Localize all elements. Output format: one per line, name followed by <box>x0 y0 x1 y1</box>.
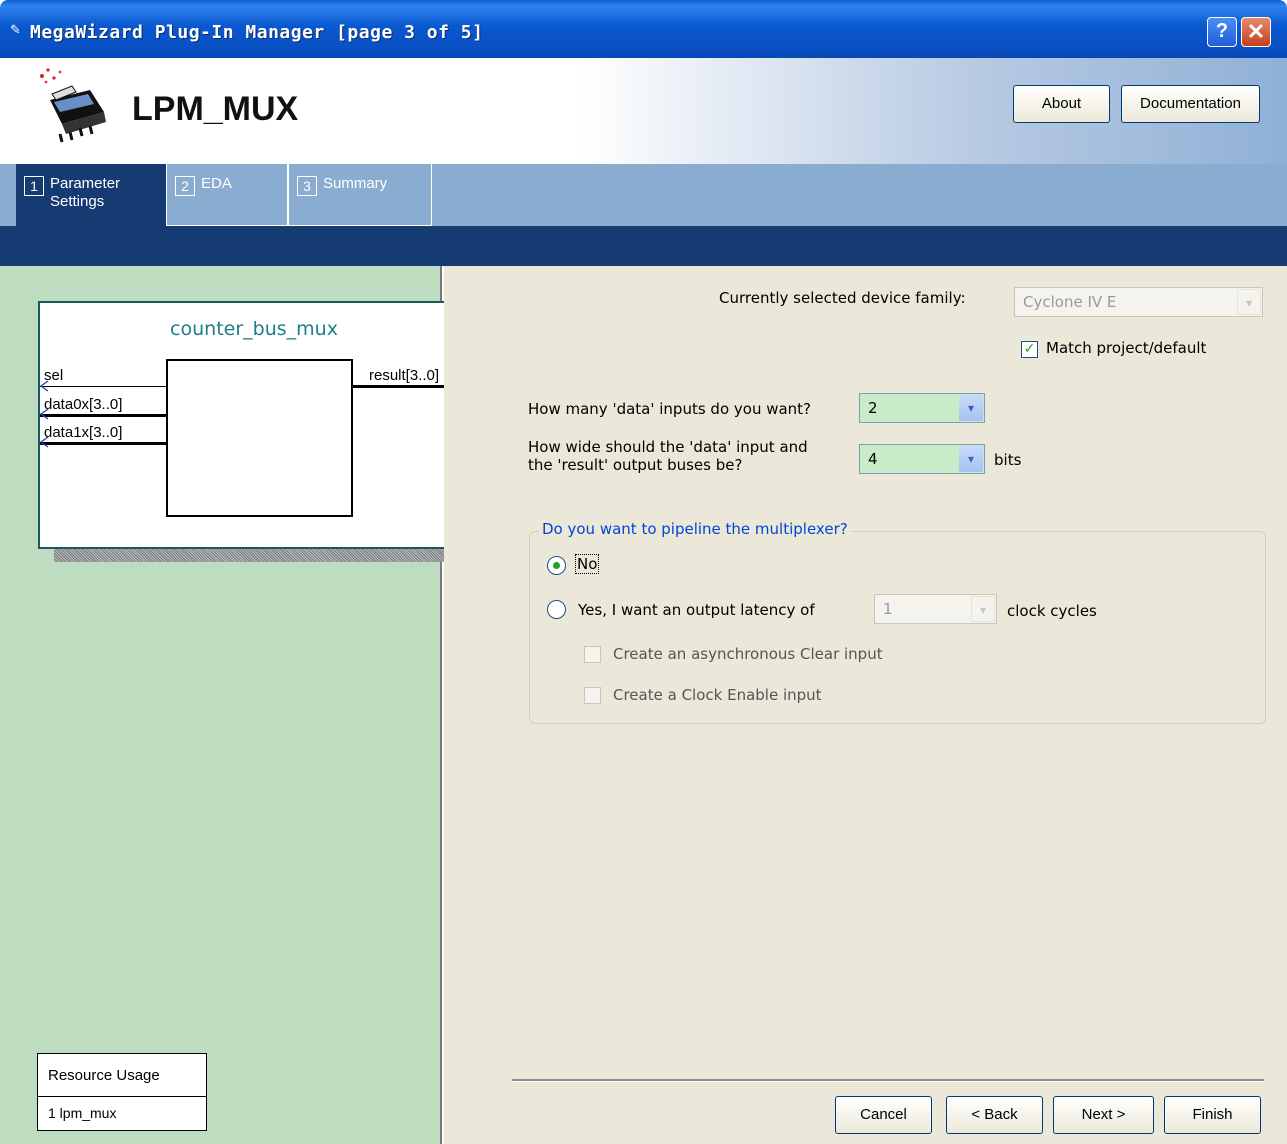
device-family-select: Cyclone IV E ▾ <box>1014 287 1263 317</box>
tab-label: EDA <box>201 175 232 192</box>
wire-sel <box>40 386 166 387</box>
tab-number: 3 <box>297 176 317 196</box>
window-title: MegaWizard Plug-In Manager [page 3 of 5] <box>30 22 484 43</box>
about-button-label: About <box>1041 95 1082 112</box>
back-button-label: < Back <box>971 1106 1018 1123</box>
match-default-label: Match project/default <box>1046 339 1207 357</box>
input-arrow-icons <box>39 380 49 448</box>
pipeline-group-title: Do you want to pipeline the multiplexer? <box>539 520 851 538</box>
close-icon[interactable]: ✕ <box>1241 17 1271 47</box>
tab-label-line1: Parameter <box>50 175 121 192</box>
data-inputs-select[interactable]: 2 ▾ <box>859 393 985 423</box>
about-button[interactable]: About <box>1013 85 1110 123</box>
symbol-instance-name: counter_bus_mux <box>170 318 338 340</box>
radio-yes-label: Yes, I want an output latency of <box>578 601 815 619</box>
tab-eda[interactable]: 2 EDA <box>166 164 288 226</box>
tab-label-line2: Settings <box>50 193 105 210</box>
resource-usage-table: Resource Usage 1 lpm_mux <box>37 1053 207 1131</box>
cancel-button-label: Cancel <box>860 1106 907 1123</box>
port-data1x: data1x[3..0] <box>44 424 123 441</box>
tab-underline-band <box>0 226 1287 266</box>
bus-width-label-line2: the 'result' output buses be? <box>528 456 743 474</box>
title-bar: ✎ MegaWizard Plug-In Manager [page 3 of … <box>0 0 1287 58</box>
tab-number: 1 <box>24 176 44 196</box>
footer-separator <box>512 1079 1264 1082</box>
next-button-label: Next > <box>1081 1106 1126 1123</box>
back-button[interactable]: < Back <box>946 1096 1043 1134</box>
chevron-down-icon: ▾ <box>959 395 983 421</box>
match-default-checkbox[interactable]: ✓ <box>1021 341 1038 358</box>
chevron-down-icon: ▾ <box>971 596 995 622</box>
bus-width-unit: bits <box>994 451 1022 469</box>
wire-data1x <box>40 442 166 445</box>
cancel-button[interactable]: Cancel <box>835 1096 932 1134</box>
app-icon: ✎ <box>10 23 21 38</box>
radio-yes-latency[interactable] <box>547 600 566 619</box>
radio-no-label: No <box>575 554 600 574</box>
data-inputs-value: 2 <box>868 399 878 417</box>
latency-value: 1 <box>883 600 893 618</box>
bus-width-label-line1: How wide should the 'data' input and <box>528 438 808 456</box>
port-result: result[3..0] <box>369 367 440 384</box>
latency-unit: clock cycles <box>1007 602 1097 620</box>
chevron-down-icon: ▾ <box>1237 289 1261 315</box>
finish-button-label: Finish <box>1192 1106 1233 1123</box>
tab-summary[interactable]: 3 Summary <box>288 164 432 226</box>
megafunction-title: LPM_MUX <box>132 90 299 128</box>
documentation-button[interactable]: Documentation <box>1121 85 1260 123</box>
data-inputs-label: How many 'data' inputs do you want? <box>528 400 812 418</box>
bus-width-select[interactable]: 4 ▾ <box>859 444 985 474</box>
tab-parameter-settings[interactable]: 1 Parameter Settings <box>16 164 166 266</box>
aclr-checkbox <box>584 646 601 663</box>
symbol-body <box>166 359 353 517</box>
resource-usage-header: Resource Usage <box>38 1054 206 1097</box>
aclr-label: Create an asynchronous Clear input <box>613 645 883 663</box>
bus-width-label: How wide should the 'data' input and the… <box>528 438 808 474</box>
clken-checkbox <box>584 687 601 704</box>
documentation-button-label: Documentation <box>1140 95 1241 112</box>
radio-no-label-text: No <box>575 554 600 574</box>
tab-label: Parameter Settings <box>50 175 120 211</box>
bus-width-value: 4 <box>868 450 878 468</box>
port-data0x: data0x[3..0] <box>44 396 123 413</box>
chevron-down-icon: ▾ <box>959 446 983 472</box>
device-family-label: Currently selected device family: <box>719 289 966 307</box>
finish-button[interactable]: Finish <box>1164 1096 1261 1134</box>
radio-selected-dot <box>553 562 560 569</box>
radio-no[interactable] <box>547 556 566 575</box>
tab-number: 2 <box>175 176 195 196</box>
resource-usage-row: 1 lpm_mux <box>48 1105 117 1121</box>
wire-data0x <box>40 414 166 417</box>
next-button[interactable]: Next > <box>1053 1096 1154 1134</box>
device-family-value: Cyclone IV E <box>1023 293 1117 311</box>
help-icon[interactable]: ? <box>1207 17 1237 47</box>
megafunction-chip-icon <box>40 68 106 143</box>
clken-label: Create a Clock Enable input <box>613 686 822 704</box>
tab-label: Summary <box>323 175 388 192</box>
header-banner: LPM_MUX About Documentation <box>0 58 1287 164</box>
latency-select: 1 ▾ <box>874 594 997 624</box>
